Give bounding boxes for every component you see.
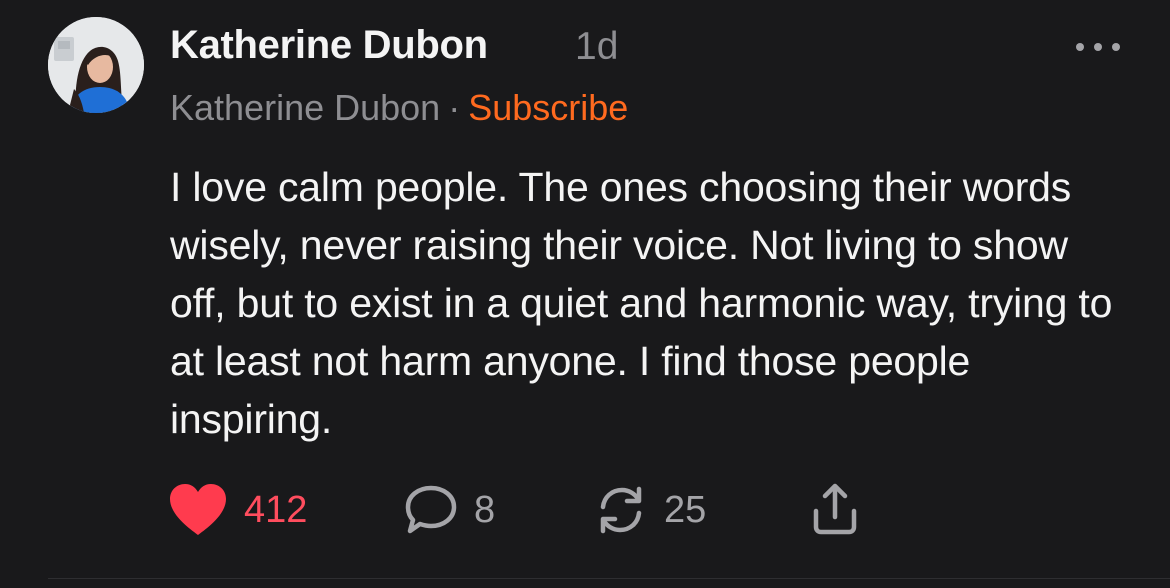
share-icon — [813, 483, 857, 535]
publication-line: Katherine Dubon · Subscribe — [170, 87, 628, 129]
more-options-button[interactable] — [1070, 30, 1126, 64]
restack-count: 25 — [664, 488, 707, 531]
like-button[interactable]: 412 — [166, 480, 307, 540]
heart-icon — [170, 484, 226, 535]
comment-bubble-icon — [405, 485, 457, 534]
bottom-divider — [48, 578, 1170, 579]
post-age: 1d — [575, 25, 619, 68]
comment-button[interactable]: 8 — [402, 480, 495, 540]
more-dots-icon — [1094, 43, 1102, 51]
separator-dot: · — [448, 87, 461, 128]
author-avatar[interactable] — [48, 17, 144, 113]
share-button[interactable] — [806, 480, 864, 540]
like-count: 412 — [244, 488, 308, 531]
subscribe-button[interactable]: Subscribe — [468, 87, 628, 128]
publication-name[interactable]: Katherine Dubon — [170, 87, 440, 128]
more-dots-icon — [1112, 43, 1120, 51]
comment-count: 8 — [474, 488, 496, 531]
restack-button[interactable]: 25 — [592, 480, 706, 540]
restack-icon — [600, 486, 642, 534]
post-body-text: I love calm people. The ones choosing th… — [170, 164, 1113, 442]
more-dots-icon — [1076, 43, 1084, 51]
avatar-photo — [48, 17, 144, 113]
post-card: Katherine Dubon 1d Katherine Dubon · Subsc… — [0, 0, 1170, 588]
author-name[interactable]: Katherine Dubon — [170, 23, 488, 68]
